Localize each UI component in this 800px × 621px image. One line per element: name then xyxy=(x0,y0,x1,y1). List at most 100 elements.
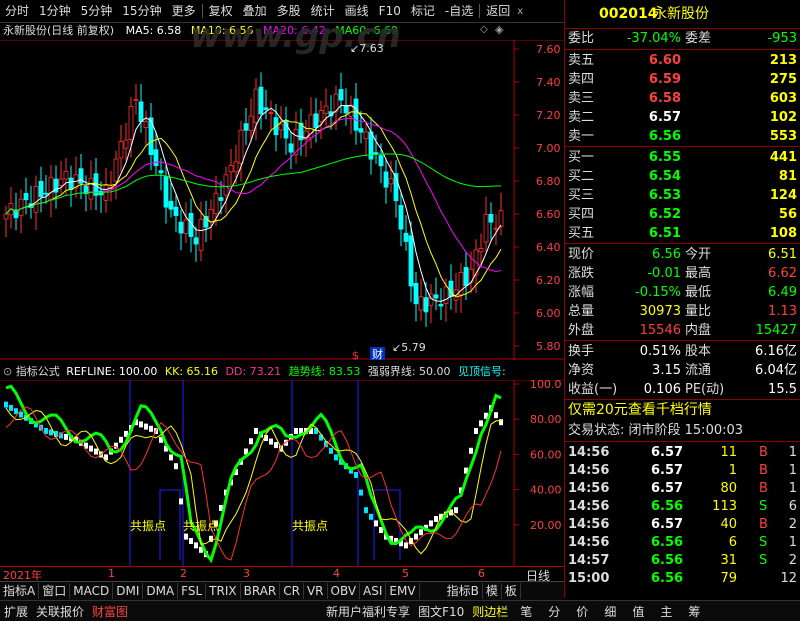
candlestick-chart[interactable]: 7.60 7.40 7.20 7.00 6.80 6.60 6.40 6.20 6.00 5.80… xyxy=(0,40,564,360)
toolbar-item[interactable]: 5分钟 xyxy=(76,0,118,22)
status-item[interactable]: 笔 xyxy=(512,603,540,620)
tab-4[interactable]: DMA xyxy=(143,583,179,599)
candle-body xyxy=(88,177,94,200)
status-bar: 扩展 关联报价 财富图 新用户福利专享 图文F10 则边栏笔分价细值主筹 xyxy=(0,600,800,621)
indicator-toggle-icon[interactable]: ⊙ xyxy=(0,365,12,378)
stock-header: 002014 永新股份 xyxy=(565,5,800,27)
tab-14[interactable]: 模 xyxy=(483,583,502,599)
tab-10[interactable]: OBV xyxy=(328,583,361,599)
tick-side: B xyxy=(759,517,768,532)
toolbar-item[interactable]: 返回 xyxy=(481,0,515,22)
tab-2[interactable]: MACD xyxy=(70,583,114,599)
status-item[interactable]: 图文F10 xyxy=(414,603,468,620)
indicator-bar xyxy=(119,436,123,443)
tick-time: 14:56 xyxy=(568,445,610,460)
order-row[interactable]: 卖三 6.58 603 xyxy=(565,89,800,108)
stat-value: 6.62 xyxy=(768,266,797,281)
order-row[interactable]: 卖一 6.56 553 xyxy=(565,127,800,146)
status-item[interactable]: 财富图 xyxy=(88,603,132,620)
indicator-tabs: 指标A 窗口 MACD DMI DMA FSL TRIX BRAR CR VR OBV ASI EMV 指… xyxy=(0,581,564,600)
order-row[interactable]: 卖四 6.59 275 xyxy=(565,70,800,89)
resonance-label: 共振点 xyxy=(292,519,328,533)
tab-0[interactable]: 指标A xyxy=(0,583,40,599)
order-row[interactable]: 买二 6.54 81 xyxy=(565,167,800,186)
candle-body xyxy=(198,218,204,251)
candle-body xyxy=(158,170,164,174)
status-item[interactable]: 主 xyxy=(652,603,680,620)
candle-body xyxy=(153,149,159,167)
promo-banner[interactable]: 仅需20元查看千档行情 xyxy=(565,401,800,420)
low-price-label: ↙5.79 xyxy=(392,341,426,354)
status-item[interactable]: 新用户福利专享 xyxy=(322,603,414,620)
tab-6[interactable]: TRIX xyxy=(206,583,241,599)
toolbar-item[interactable]: -自选 xyxy=(440,0,478,22)
tick-row: 14:56 6.56 113 S 6 xyxy=(565,497,800,516)
status-item[interactable]: 则边栏 xyxy=(468,603,512,620)
tab-1[interactable]: 窗口 xyxy=(39,583,71,599)
tab-7[interactable]: BRAR xyxy=(241,583,281,599)
indicator-chart[interactable]: 100.0 80.00 60.00 40.00 20.00 共振点 共振点 共振点 xyxy=(0,380,564,566)
order-row[interactable]: 买一 6.55 441 xyxy=(565,148,800,167)
candle-body xyxy=(58,178,64,187)
finance-event-icon[interactable]: 财 xyxy=(372,347,383,360)
order-label: 卖一 xyxy=(568,129,595,144)
y-tick-label: 6.20 xyxy=(536,274,561,287)
tab-15[interactable]: 板 xyxy=(502,583,521,599)
indicator-bar xyxy=(294,428,298,434)
toolbar-item[interactable]: 标记 xyxy=(406,0,440,22)
tick-time: 14:56 xyxy=(568,481,610,496)
stat-label: 现价 xyxy=(568,247,595,262)
status-item[interactable]: 关联报价 xyxy=(32,603,88,620)
indicator-bar xyxy=(149,425,153,432)
status-item[interactable]: 值 xyxy=(624,603,652,620)
close-icon[interactable]: x xyxy=(515,6,525,17)
status-item[interactable]: 分 xyxy=(540,603,568,620)
order-row[interactable]: 买四 6.52 56 xyxy=(565,205,800,224)
status-item[interactable]: 细 xyxy=(596,603,624,620)
tab-9[interactable]: VR xyxy=(304,583,328,599)
candle-body xyxy=(248,115,254,131)
tab-5[interactable]: FSL xyxy=(178,583,207,599)
tab-8[interactable]: CR xyxy=(280,583,304,599)
settings-icon[interactable]: ◈ xyxy=(495,23,503,36)
order-price: 6.57 xyxy=(648,110,681,125)
indicator-bar xyxy=(249,438,253,445)
candles xyxy=(3,72,504,327)
tick-row: 14:56 6.57 1 B 1 xyxy=(565,461,800,480)
candle-body xyxy=(253,88,259,123)
promo-text[interactable]: 仅需20元查看千档行情 xyxy=(568,401,712,420)
weibi-value: -37.04% xyxy=(626,31,681,46)
tab-3[interactable]: DMI xyxy=(113,583,144,599)
x-label: 2 xyxy=(180,567,187,580)
indicator-bar xyxy=(369,513,373,520)
dd-line xyxy=(5,406,502,561)
status-item[interactable]: 筹 xyxy=(680,603,708,620)
order-row[interactable]: 买三 6.53 124 xyxy=(565,186,800,205)
kk-line xyxy=(5,407,502,555)
indicator-bar xyxy=(19,411,23,418)
tick-count: 6 xyxy=(788,499,797,514)
y-tick-label: 7.00 xyxy=(536,142,561,155)
tab-13[interactable]: 指标B xyxy=(444,583,483,599)
candle-body xyxy=(63,171,69,180)
status-item[interactable]: 扩展 xyxy=(0,603,32,620)
order-row[interactable]: 卖二 6.57 102 xyxy=(565,108,800,127)
resonance-label: 共振点 xyxy=(183,519,219,533)
dividend-event-icon[interactable]: $ xyxy=(352,349,359,360)
order-row[interactable]: 买五 6.51 108 xyxy=(565,224,800,243)
order-row[interactable]: 卖五 6.60 213 xyxy=(565,51,800,70)
tick-side: S xyxy=(759,535,768,550)
tick-row: 14:56 6.57 11 B 1 xyxy=(565,443,800,462)
diamond-icon[interactable]: ◇ xyxy=(480,24,488,35)
toolbar-item[interactable]: 15分钟 xyxy=(117,0,166,22)
tick-price: 6.57 xyxy=(651,463,684,478)
tab-12[interactable]: EMV xyxy=(386,583,420,599)
toolbar-item[interactable]: 1分钟 xyxy=(34,0,76,22)
toolbar-item[interactable]: 分时 xyxy=(0,0,34,22)
stat-label: 总量 xyxy=(568,304,595,319)
tab-11[interactable]: ASI xyxy=(360,583,387,599)
candle-body xyxy=(48,176,54,201)
stat-row: 涨幅 -0.15% 最低 6.49 xyxy=(565,283,800,302)
status-item[interactable]: 价 xyxy=(568,603,596,620)
tick-count: 2 xyxy=(788,553,797,568)
